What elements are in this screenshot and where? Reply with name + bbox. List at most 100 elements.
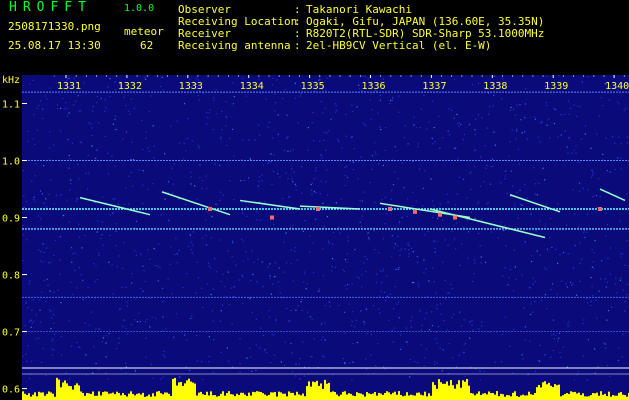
level-bar xyxy=(70,386,72,400)
noise-speck xyxy=(282,197,284,200)
noise-speck xyxy=(22,234,24,236)
noise-speck xyxy=(143,270,145,272)
level-bar xyxy=(400,394,402,400)
level-bar xyxy=(622,394,624,400)
noise-speck xyxy=(35,314,38,316)
noise-speck xyxy=(549,137,551,139)
noise-speck xyxy=(472,280,474,283)
noise-speck xyxy=(431,325,433,327)
noise-speck xyxy=(360,156,362,158)
level-bar xyxy=(302,393,304,400)
noise-speck xyxy=(516,128,518,130)
noise-speck xyxy=(144,76,146,79)
noise-speck xyxy=(597,366,599,368)
noise-speck xyxy=(586,231,588,233)
noise-speck xyxy=(205,219,207,221)
noise-speck xyxy=(278,267,280,269)
level-bar xyxy=(202,394,204,400)
noise-speck xyxy=(348,75,350,78)
noise-speck xyxy=(114,81,116,83)
noise-speck xyxy=(56,108,59,110)
noise-speck xyxy=(242,275,244,278)
noise-speck xyxy=(539,220,541,222)
noise-speck xyxy=(323,356,325,358)
noise-speck xyxy=(258,134,261,136)
noise-speck xyxy=(290,342,292,345)
level-bar xyxy=(126,396,128,400)
noise-speck xyxy=(210,237,212,239)
level-bar xyxy=(128,393,130,400)
noise-speck xyxy=(228,304,230,306)
noise-speck xyxy=(173,163,175,165)
spectrogram-panel: 1331 1332 1333 1334 1335 1336 1337 1338 1339 1340… xyxy=(0,56,629,400)
level-bar xyxy=(176,385,178,400)
freq-tick-label: 0.7 xyxy=(2,328,20,339)
noise-speck xyxy=(598,290,600,292)
noise-speck xyxy=(258,124,260,126)
noise-speck xyxy=(161,76,163,78)
noise-speck xyxy=(241,238,243,240)
noise-speck xyxy=(545,101,547,104)
noise-speck xyxy=(443,320,445,322)
noise-speck xyxy=(412,191,414,193)
noise-speck xyxy=(480,256,482,258)
level-bar xyxy=(550,385,552,400)
noise-speck xyxy=(370,354,372,356)
noise-speck xyxy=(516,104,518,106)
noise-speck xyxy=(447,193,449,195)
level-bar xyxy=(84,395,86,400)
level-bar xyxy=(616,395,618,400)
noise-speck xyxy=(605,286,607,288)
noise-speck xyxy=(363,191,365,193)
noise-speck xyxy=(294,82,296,84)
noise-speck xyxy=(371,333,373,336)
noise-speck xyxy=(78,110,80,112)
noise-speck xyxy=(620,256,622,258)
noise-speck xyxy=(467,257,469,259)
noise-speck xyxy=(197,95,199,97)
noise-speck xyxy=(208,336,210,338)
noise-speck xyxy=(622,289,624,291)
level-bar xyxy=(52,393,54,400)
level-bar xyxy=(76,383,78,400)
noise-speck xyxy=(624,264,626,266)
noise-speck xyxy=(540,122,542,124)
noise-speck xyxy=(277,281,279,283)
noise-speck xyxy=(150,363,152,366)
noise-speck xyxy=(290,226,292,228)
noise-speck xyxy=(537,136,539,138)
noise-speck xyxy=(138,169,140,171)
noise-speck xyxy=(318,290,320,292)
noise-speck xyxy=(541,121,543,123)
noise-speck xyxy=(502,77,504,80)
noise-speck xyxy=(220,351,222,353)
level-bar xyxy=(74,385,76,400)
noise-speck xyxy=(208,265,210,267)
noise-speck xyxy=(352,311,354,313)
noise-speck xyxy=(553,333,555,335)
noise-speck xyxy=(144,280,146,282)
noise-speck xyxy=(516,192,518,194)
level-bar xyxy=(380,393,382,400)
noise-speck xyxy=(578,162,580,164)
noise-speck xyxy=(420,329,423,331)
noise-speck xyxy=(76,198,78,200)
noise-speck xyxy=(131,273,133,275)
noise-speck xyxy=(582,323,584,325)
noise-speck xyxy=(131,282,133,284)
noise-speck xyxy=(415,127,417,129)
noise-speck xyxy=(410,320,412,322)
level-bar xyxy=(440,382,442,400)
noise-speck xyxy=(313,272,315,274)
noise-speck xyxy=(261,261,263,263)
noise-speck xyxy=(294,97,297,99)
noise-speck xyxy=(594,372,596,374)
noise-speck xyxy=(534,116,536,118)
noise-speck xyxy=(351,136,353,138)
noise-speck xyxy=(232,102,235,104)
level-bar xyxy=(376,395,378,400)
noise-speck xyxy=(328,301,330,303)
noise-speck xyxy=(315,192,317,194)
level-bar xyxy=(264,394,266,400)
noise-speck xyxy=(39,299,41,301)
